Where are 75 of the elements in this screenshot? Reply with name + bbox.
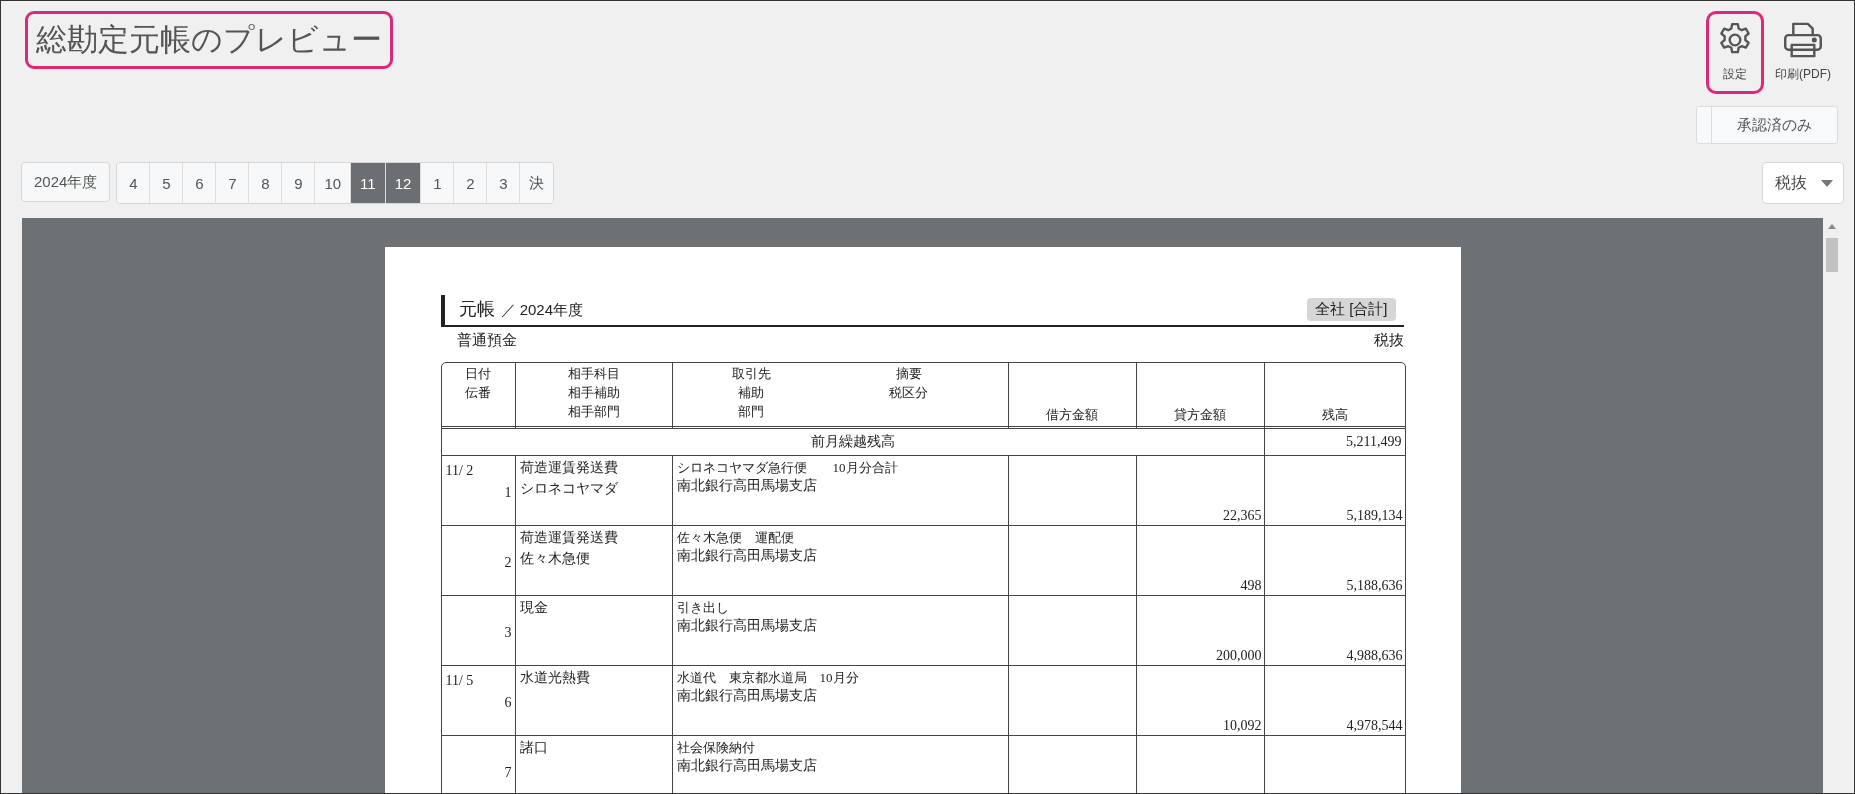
counter-account: 佐々木急便 [519, 550, 591, 568]
month-tab[interactable]: 8 [249, 163, 283, 203]
print-button[interactable]: 印刷(PDF) [1766, 11, 1840, 94]
credit-amount: 200,000 [1215, 648, 1263, 665]
column-header: 補助 [738, 384, 765, 402]
tax-select[interactable]: 税抜 [1762, 162, 1844, 204]
description-text: 引き出し [675, 599, 730, 616]
sub-account: 南北銀行高田馬場支店 [675, 687, 818, 705]
month-tab[interactable]: 4 [117, 163, 151, 203]
month-tab[interactable]: 10 [315, 163, 352, 203]
voucher-number: 3 [504, 624, 512, 642]
voucher-number: 6 [504, 694, 512, 712]
month-tab[interactable]: 7 [216, 163, 250, 203]
document-title: 元帳 [458, 299, 495, 319]
month-tab[interactable]: 3 [487, 163, 521, 203]
description-text: 水道代 東京都水道局 10月分 [675, 669, 860, 686]
caret-icon [1821, 179, 1833, 187]
sub-account: 南北銀行高田馬場支店 [675, 617, 818, 635]
sub-account: 南北銀行高田馬場支店 [675, 547, 818, 565]
column-header: 相手補助 [567, 384, 620, 402]
month-tab[interactable]: 5 [150, 163, 184, 203]
scope-label: 全社 [合計] [1307, 297, 1396, 321]
column-header: 借方金額 [1046, 406, 1098, 424]
balance-amount: 5,188,636 [1345, 578, 1404, 595]
voucher-number: 2 [504, 554, 512, 572]
scroll-up-icon[interactable] [1827, 224, 1836, 229]
column-header: 税区分 [889, 384, 929, 402]
column-header: 相手部門 [567, 403, 620, 421]
month-tab[interactable]: 決 [520, 163, 554, 203]
column-header: 取引先 [731, 365, 771, 383]
column-header: 残高 [1321, 406, 1348, 424]
page-title: 総勘定元帳のプレビュー [25, 11, 393, 69]
credit-amount: 22,365 [1222, 508, 1263, 525]
column-header: 部門 [738, 403, 765, 421]
table-cell: 5,211,499 [1346, 434, 1402, 449]
fiscal-year-button[interactable]: 2024年度 [21, 162, 111, 202]
counter-account: 水道光熱費 [519, 669, 591, 687]
scrollbar-thumb[interactable] [1825, 238, 1838, 272]
description-text: 佐々木急便 運配便 [675, 529, 795, 546]
description-text: 社会保険納付 [675, 739, 756, 756]
date-cell-text: 11/ 2 [445, 462, 475, 480]
counter-account: 諸口 [519, 739, 549, 757]
column-header: 貸方金額 [1174, 406, 1226, 424]
tax-mode-label: 税抜 [1373, 331, 1404, 350]
column-header: 日付 [465, 365, 491, 383]
approved-only-toggle[interactable]: 承認済のみ [1696, 106, 1838, 144]
month-tab[interactable]: 11 [351, 163, 386, 203]
column-header: 伝番 [465, 384, 491, 402]
voucher-number: 7 [504, 764, 512, 782]
column-header: 相手科目 [567, 365, 620, 383]
counter-account: 荷造運賃発送費 [519, 459, 619, 477]
sub-account: 南北銀行高田馬場支店 [675, 477, 818, 495]
month-tab[interactable]: 1 [421, 163, 455, 203]
balance-amount: 4,988,636 [1345, 648, 1404, 665]
month-tab[interactable]: 2 [454, 163, 488, 203]
balance-amount: 4,978,544 [1345, 718, 1404, 735]
month-tab[interactable]: 6 [183, 163, 217, 203]
date-cell-text: 11/ 5 [445, 672, 475, 690]
month-tab[interactable]: 9 [282, 163, 316, 203]
account-name: 普通預金 [456, 331, 517, 350]
counter-account: 現金 [519, 599, 549, 617]
column-header: 摘要 [895, 365, 922, 383]
document-year: ／ 2024年度 [500, 301, 584, 318]
printer-icon [1782, 20, 1824, 60]
voucher-number: 1 [504, 484, 512, 502]
description-text: シロネコヤマダ急行便 10月分合計 [675, 459, 899, 476]
counter-account: シロネコヤマダ [519, 480, 619, 498]
counter-account: 荷造運賃発送費 [519, 529, 619, 547]
month-tab[interactable]: 12 [385, 163, 422, 203]
carry-forward-label: 前月繰越残高 [810, 434, 895, 449]
credit-amount: 10,092 [1222, 718, 1263, 735]
balance-amount: 5,189,134 [1345, 508, 1404, 525]
settings-button[interactable]: 設定 [1706, 11, 1764, 94]
sub-account: 南北銀行高田馬場支店 [675, 757, 818, 775]
credit-amount: 498 [1239, 578, 1263, 595]
